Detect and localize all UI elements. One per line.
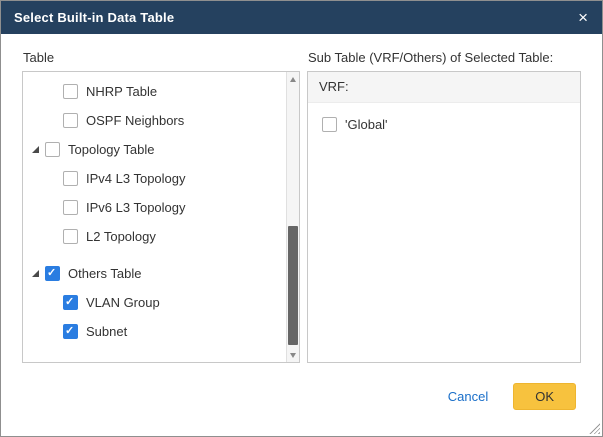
tree-item-label: NHRP Table [86,84,157,99]
checkbox[interactable] [63,295,78,310]
cancel-button[interactable]: Cancel [448,389,488,404]
expander-spacer [49,85,63,99]
table-tree: NHRP Table OSPF Neighbors Topology Table IP… [23,72,299,346]
tree-item-label: IPv6 L3 Topology [86,200,186,215]
tree-item-label: Others Table [68,266,141,281]
expander-spacer [49,325,63,339]
subtable-section: Sub Table (VRF/Others) of Selected Table… [307,48,581,363]
checkbox[interactable] [322,117,337,132]
tree-item[interactable]: Subnet [31,317,299,346]
tree-item-label: VLAN Group [86,295,160,310]
checkbox[interactable] [63,324,78,339]
checkbox[interactable] [63,84,78,99]
vrf-listbox: VRF: 'Global' [307,71,581,363]
resize-handle-icon[interactable] [589,423,600,434]
scrollbar-up-arrow-icon[interactable] [287,72,300,86]
tree-item-label: IPv4 L3 Topology [86,171,186,186]
vrf-list: 'Global' [308,103,580,132]
tree-item-label: OSPF Neighbors [86,113,184,128]
table-tree-listbox: NHRP Table OSPF Neighbors Topology Table IP… [22,71,300,363]
checkbox[interactable] [63,229,78,244]
tree-item[interactable]: Others Table [31,259,299,288]
tree-item-label: L2 Topology [86,229,156,244]
expander-spacer [49,230,63,244]
vrf-header: VRF: [308,72,580,103]
select-built-in-data-table-dialog: Select Built-in Data Table × Table NHRP … [0,0,603,437]
checkbox[interactable] [63,171,78,186]
expander-spacer [49,201,63,215]
dialog-footer: Cancel OK [1,363,602,410]
scrollbar-down-arrow-icon[interactable] [287,348,300,362]
expander-spacer [49,172,63,186]
tree-item-label: Subnet [86,324,127,339]
checkbox[interactable] [45,142,60,157]
checkbox[interactable] [45,266,60,281]
expander-spacer [49,296,63,310]
tree-item[interactable]: IPv6 L3 Topology [31,193,299,222]
checkbox[interactable] [63,200,78,215]
tree-scrollbar[interactable] [286,72,299,362]
tree-item[interactable]: NHRP Table [31,77,299,106]
dialog-titlebar[interactable]: Select Built-in Data Table × [1,1,602,34]
ok-button[interactable]: OK [513,383,576,410]
table-section: Table NHRP Table OSPF Neighbors Topology T… [22,48,300,363]
dialog-title: Select Built-in Data Table [14,10,174,25]
vrf-item-label: 'Global' [345,117,388,132]
subtable-section-label: Sub Table (VRF/Others) of Selected Table… [308,50,581,65]
tree-item[interactable]: Topology Table [31,135,299,164]
expand-triangle-icon[interactable] [31,143,45,157]
dialog-body: Table NHRP Table OSPF Neighbors Topology T… [1,34,602,363]
close-icon[interactable]: × [578,9,588,26]
expand-triangle-icon[interactable] [31,267,45,281]
tree-item[interactable]: IPv4 L3 Topology [31,164,299,193]
tree-item[interactable]: L2 Topology [31,222,299,251]
checkbox[interactable] [63,113,78,128]
tree-item[interactable]: OSPF Neighbors [31,106,299,135]
table-section-label: Table [23,50,300,65]
tree-item[interactable]: VLAN Group [31,288,299,317]
scrollbar-thumb[interactable] [288,226,298,345]
vrf-item[interactable]: 'Global' [308,103,580,132]
tree-item-label: Topology Table [68,142,155,157]
expander-spacer [49,114,63,128]
